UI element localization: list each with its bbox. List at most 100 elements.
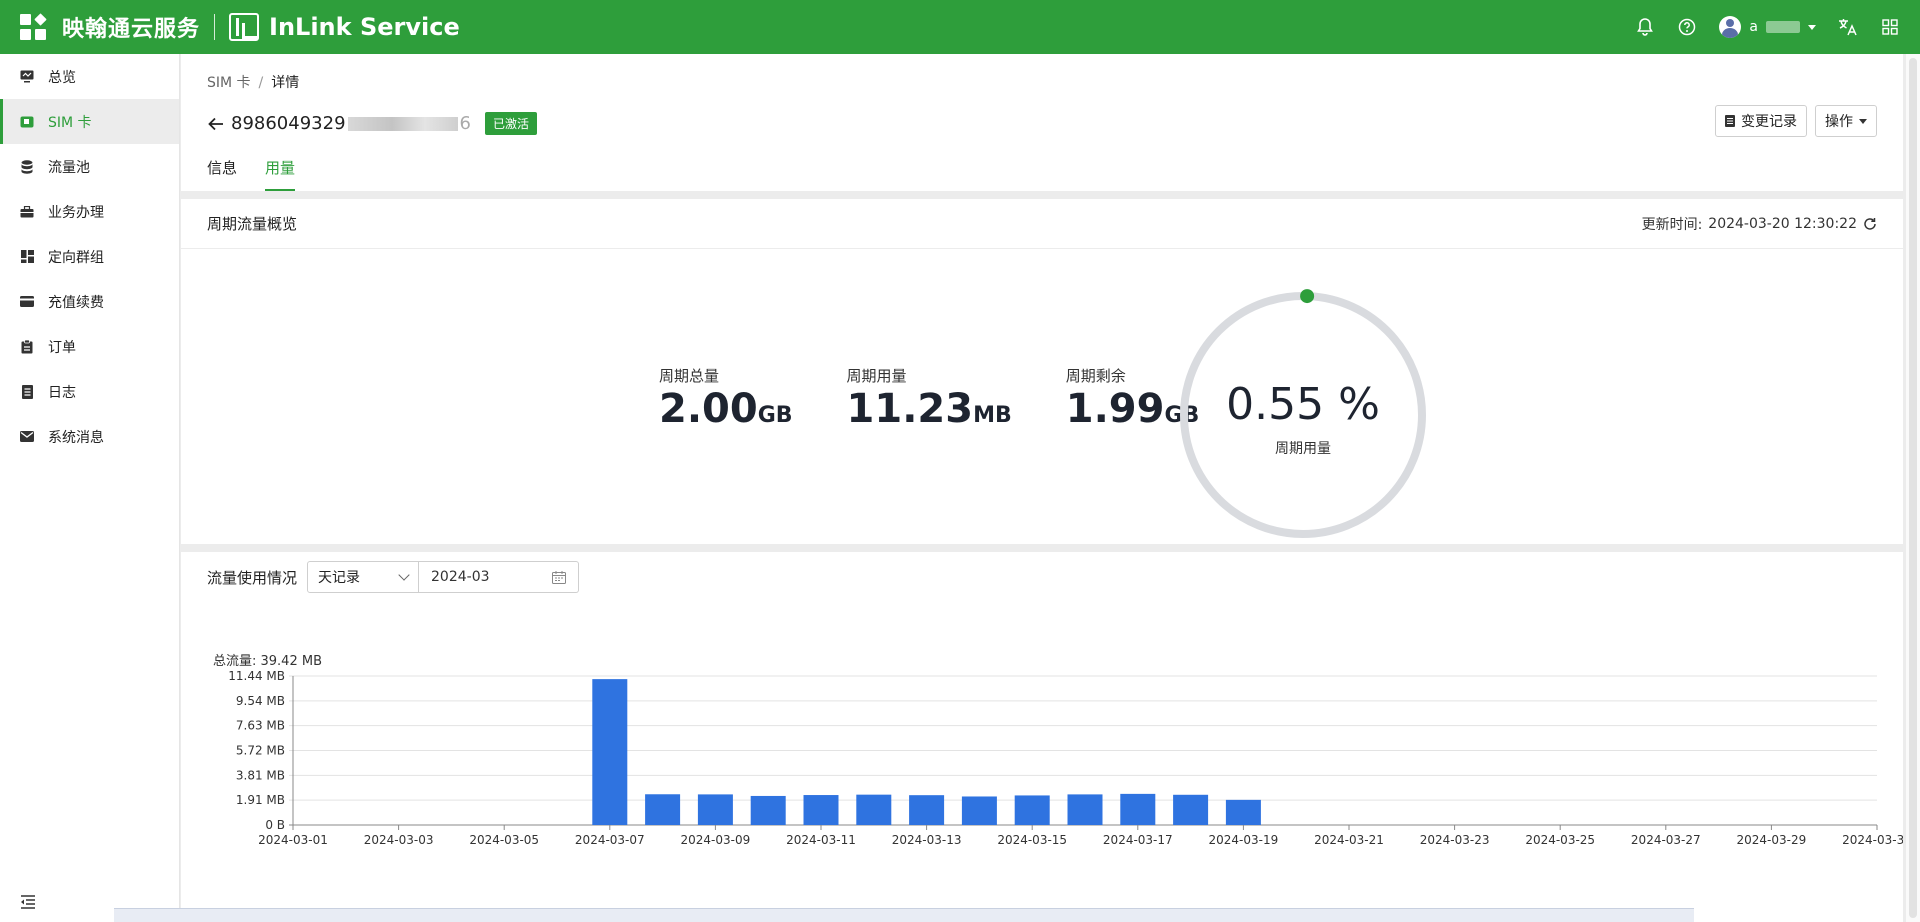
breadcrumb-sim-card[interactable]: SIM 卡 xyxy=(207,75,251,91)
y-tick-label: 7.63 MB xyxy=(236,719,285,733)
x-tick-label: 2024-03-13 xyxy=(892,833,962,847)
bar-2024-03-14[interactable] xyxy=(961,796,997,825)
update-time: 更新时间: 2024-03-20 12:30:22 xyxy=(1642,214,1877,234)
breadcrumb-detail: 详情 xyxy=(271,75,300,91)
ring-center: 0.55 % 周期用量 xyxy=(1177,379,1429,458)
sidebar-item-label: 订单 xyxy=(48,339,76,356)
actions-label: 操作 xyxy=(1825,114,1853,130)
bar-2024-03-10[interactable] xyxy=(750,795,786,825)
tab-usage[interactable]: 用量 xyxy=(265,157,296,191)
bar-2024-03-08[interactable] xyxy=(645,794,681,825)
chevron-down-icon xyxy=(1859,118,1867,124)
refresh-icon[interactable] xyxy=(1863,217,1877,231)
sidebar-item-label: 系统消息 xyxy=(48,429,104,446)
ring-progress-marker xyxy=(1300,289,1315,304)
x-tick-label: 2024-03-23 xyxy=(1420,833,1490,847)
bar-2024-03-18[interactable] xyxy=(1173,794,1209,825)
traffic-usage-card: 流量使用情况 天记录 2024-03 总流量: 39.42 MB 0 B 1.91… xyxy=(181,552,1903,922)
mail-icon xyxy=(20,430,34,444)
update-time-label: 更新时间: xyxy=(1641,216,1703,233)
sidebar-item-recharge[interactable]: 充值续费 xyxy=(0,279,179,324)
ring-percent: 0.55 % xyxy=(1226,379,1380,430)
brand-divider xyxy=(214,14,216,40)
bar-2024-03-07[interactable] xyxy=(592,679,628,825)
sidebar-item-sim-card[interactable]: SIM 卡 xyxy=(0,99,179,144)
detail-tabs: 信息 用量 xyxy=(207,157,296,191)
breadcrumb: SIM 卡 / 详情 xyxy=(207,75,300,91)
x-tick-label: 2024-03-07 xyxy=(575,833,645,847)
bar-2024-03-11[interactable] xyxy=(803,795,839,825)
tab-info[interactable]: 信息 xyxy=(207,157,237,191)
y-tick-label: 5.72 MB xyxy=(236,744,285,758)
monitor-icon xyxy=(20,70,34,84)
iccid-redacted xyxy=(347,116,458,131)
sidebar-item-logs[interactable]: 日志 xyxy=(0,369,179,414)
chart-zoom-slider[interactable] xyxy=(114,908,1694,922)
x-tick-label: 2024-03-25 xyxy=(1525,833,1595,847)
grid-apps-icon[interactable] xyxy=(1880,17,1900,37)
document-icon xyxy=(20,384,34,399)
x-tick-label: 2024-03-09 xyxy=(681,833,751,847)
collapse-menu-icon[interactable] xyxy=(20,894,36,909)
x-tick-label: 2024-03-31 xyxy=(1842,833,1903,847)
inlink-logo-icon xyxy=(229,13,260,41)
x-tick-label: 2024-03-19 xyxy=(1209,833,1279,847)
x-tick-label: 2024-03-11 xyxy=(786,833,856,847)
sidebar-item-label: 日志 xyxy=(48,384,76,401)
sidebar-item-business[interactable]: 业务办理 xyxy=(0,189,179,234)
sidebar-item-label: 业务办理 xyxy=(48,204,104,221)
bar-2024-03-16[interactable] xyxy=(1067,794,1103,825)
stat-label: 周期总量 xyxy=(659,367,720,385)
x-tick-label: 2024-03-03 xyxy=(364,833,434,847)
top-right-actions: a xyxy=(1635,0,1900,54)
stat-unit: MB xyxy=(973,403,1012,428)
translate-icon[interactable] xyxy=(1838,17,1858,37)
user-menu[interactable]: a xyxy=(1719,16,1816,38)
clipboard-icon xyxy=(20,339,34,354)
x-tick-label: 2024-03-05 xyxy=(469,833,539,847)
bar-2024-03-19[interactable] xyxy=(1225,799,1261,825)
cycle-stats: 周期总量 2.00GB 周期用量 11.23MB 周期剩余 1.99GB xyxy=(659,365,1253,432)
help-icon[interactable] xyxy=(1677,17,1697,37)
sidebar-item-system-messages[interactable]: 系统消息 xyxy=(0,414,179,459)
chevron-down-icon xyxy=(1808,24,1816,30)
change-log-label: 变更记录 xyxy=(1741,114,1797,130)
database-icon xyxy=(20,159,34,174)
stat-value: 11.23 xyxy=(846,386,974,432)
brand-name-en: InLink Service xyxy=(269,13,460,41)
bell-icon[interactable] xyxy=(1635,17,1655,37)
bar-2024-03-13[interactable] xyxy=(909,795,945,825)
sidebar-item-label: SIM 卡 xyxy=(48,114,92,131)
y-tick-label: 0 B xyxy=(265,818,285,832)
stat-label: 周期用量 xyxy=(846,367,907,385)
sidebar-item-label: 定向群组 xyxy=(48,249,104,266)
bar-2024-03-12[interactable] xyxy=(856,794,892,825)
back-arrow-icon[interactable] xyxy=(207,115,225,133)
page-scrollbar[interactable] xyxy=(1906,54,1920,922)
y-tick-label: 9.54 MB xyxy=(236,694,285,708)
sidebar-item-directed-group[interactable]: 定向群组 xyxy=(0,234,179,279)
avatar xyxy=(1719,16,1742,38)
stat-cycle-total: 周期总量 2.00GB xyxy=(659,365,793,432)
bar-2024-03-17[interactable] xyxy=(1120,793,1156,825)
actions-dropdown-button[interactable]: 操作 xyxy=(1815,105,1877,137)
y-tick-label: 1.91 MB xyxy=(236,793,285,807)
sidebar-item-orders[interactable]: 订单 xyxy=(0,324,179,369)
detail-header: SIM 卡 / 详情 8986049329 6 已激活 变更记录 操作 信息 用量 xyxy=(181,54,1903,191)
main-content: SIM 卡 / 详情 8986049329 6 已激活 变更记录 操作 信息 用量 xyxy=(181,54,1903,922)
bar-2024-03-15[interactable] xyxy=(1014,795,1050,825)
daily-usage-bar-chart: 0 B 1.91 MB 3.81 MB 5.72 MB 7.63 MB 9.54 MB 11… xyxy=(228,669,1903,847)
bar-2024-03-09[interactable] xyxy=(697,794,733,825)
x-tick-label: 2024-03-27 xyxy=(1631,833,1701,847)
sidebar-item-overview[interactable]: 总览 xyxy=(0,54,179,99)
grid-icon xyxy=(20,250,34,264)
stat-cycle-used: 周期用量 11.23MB xyxy=(847,365,1012,432)
sidebar-item-label: 流量池 xyxy=(48,159,90,176)
sidebar-item-traffic-pool[interactable]: 流量池 xyxy=(0,144,179,189)
brand-name-cn: 映翰通云服务 xyxy=(62,17,201,42)
x-tick-label: 2024-03-29 xyxy=(1737,833,1807,847)
apps-menu-icon[interactable] xyxy=(20,13,47,40)
change-log-button[interactable]: 变更记录 xyxy=(1715,105,1807,137)
top-bar: 映翰通云服务 InLink Service a xyxy=(0,0,1920,54)
status-badge: 已激活 xyxy=(484,112,537,135)
